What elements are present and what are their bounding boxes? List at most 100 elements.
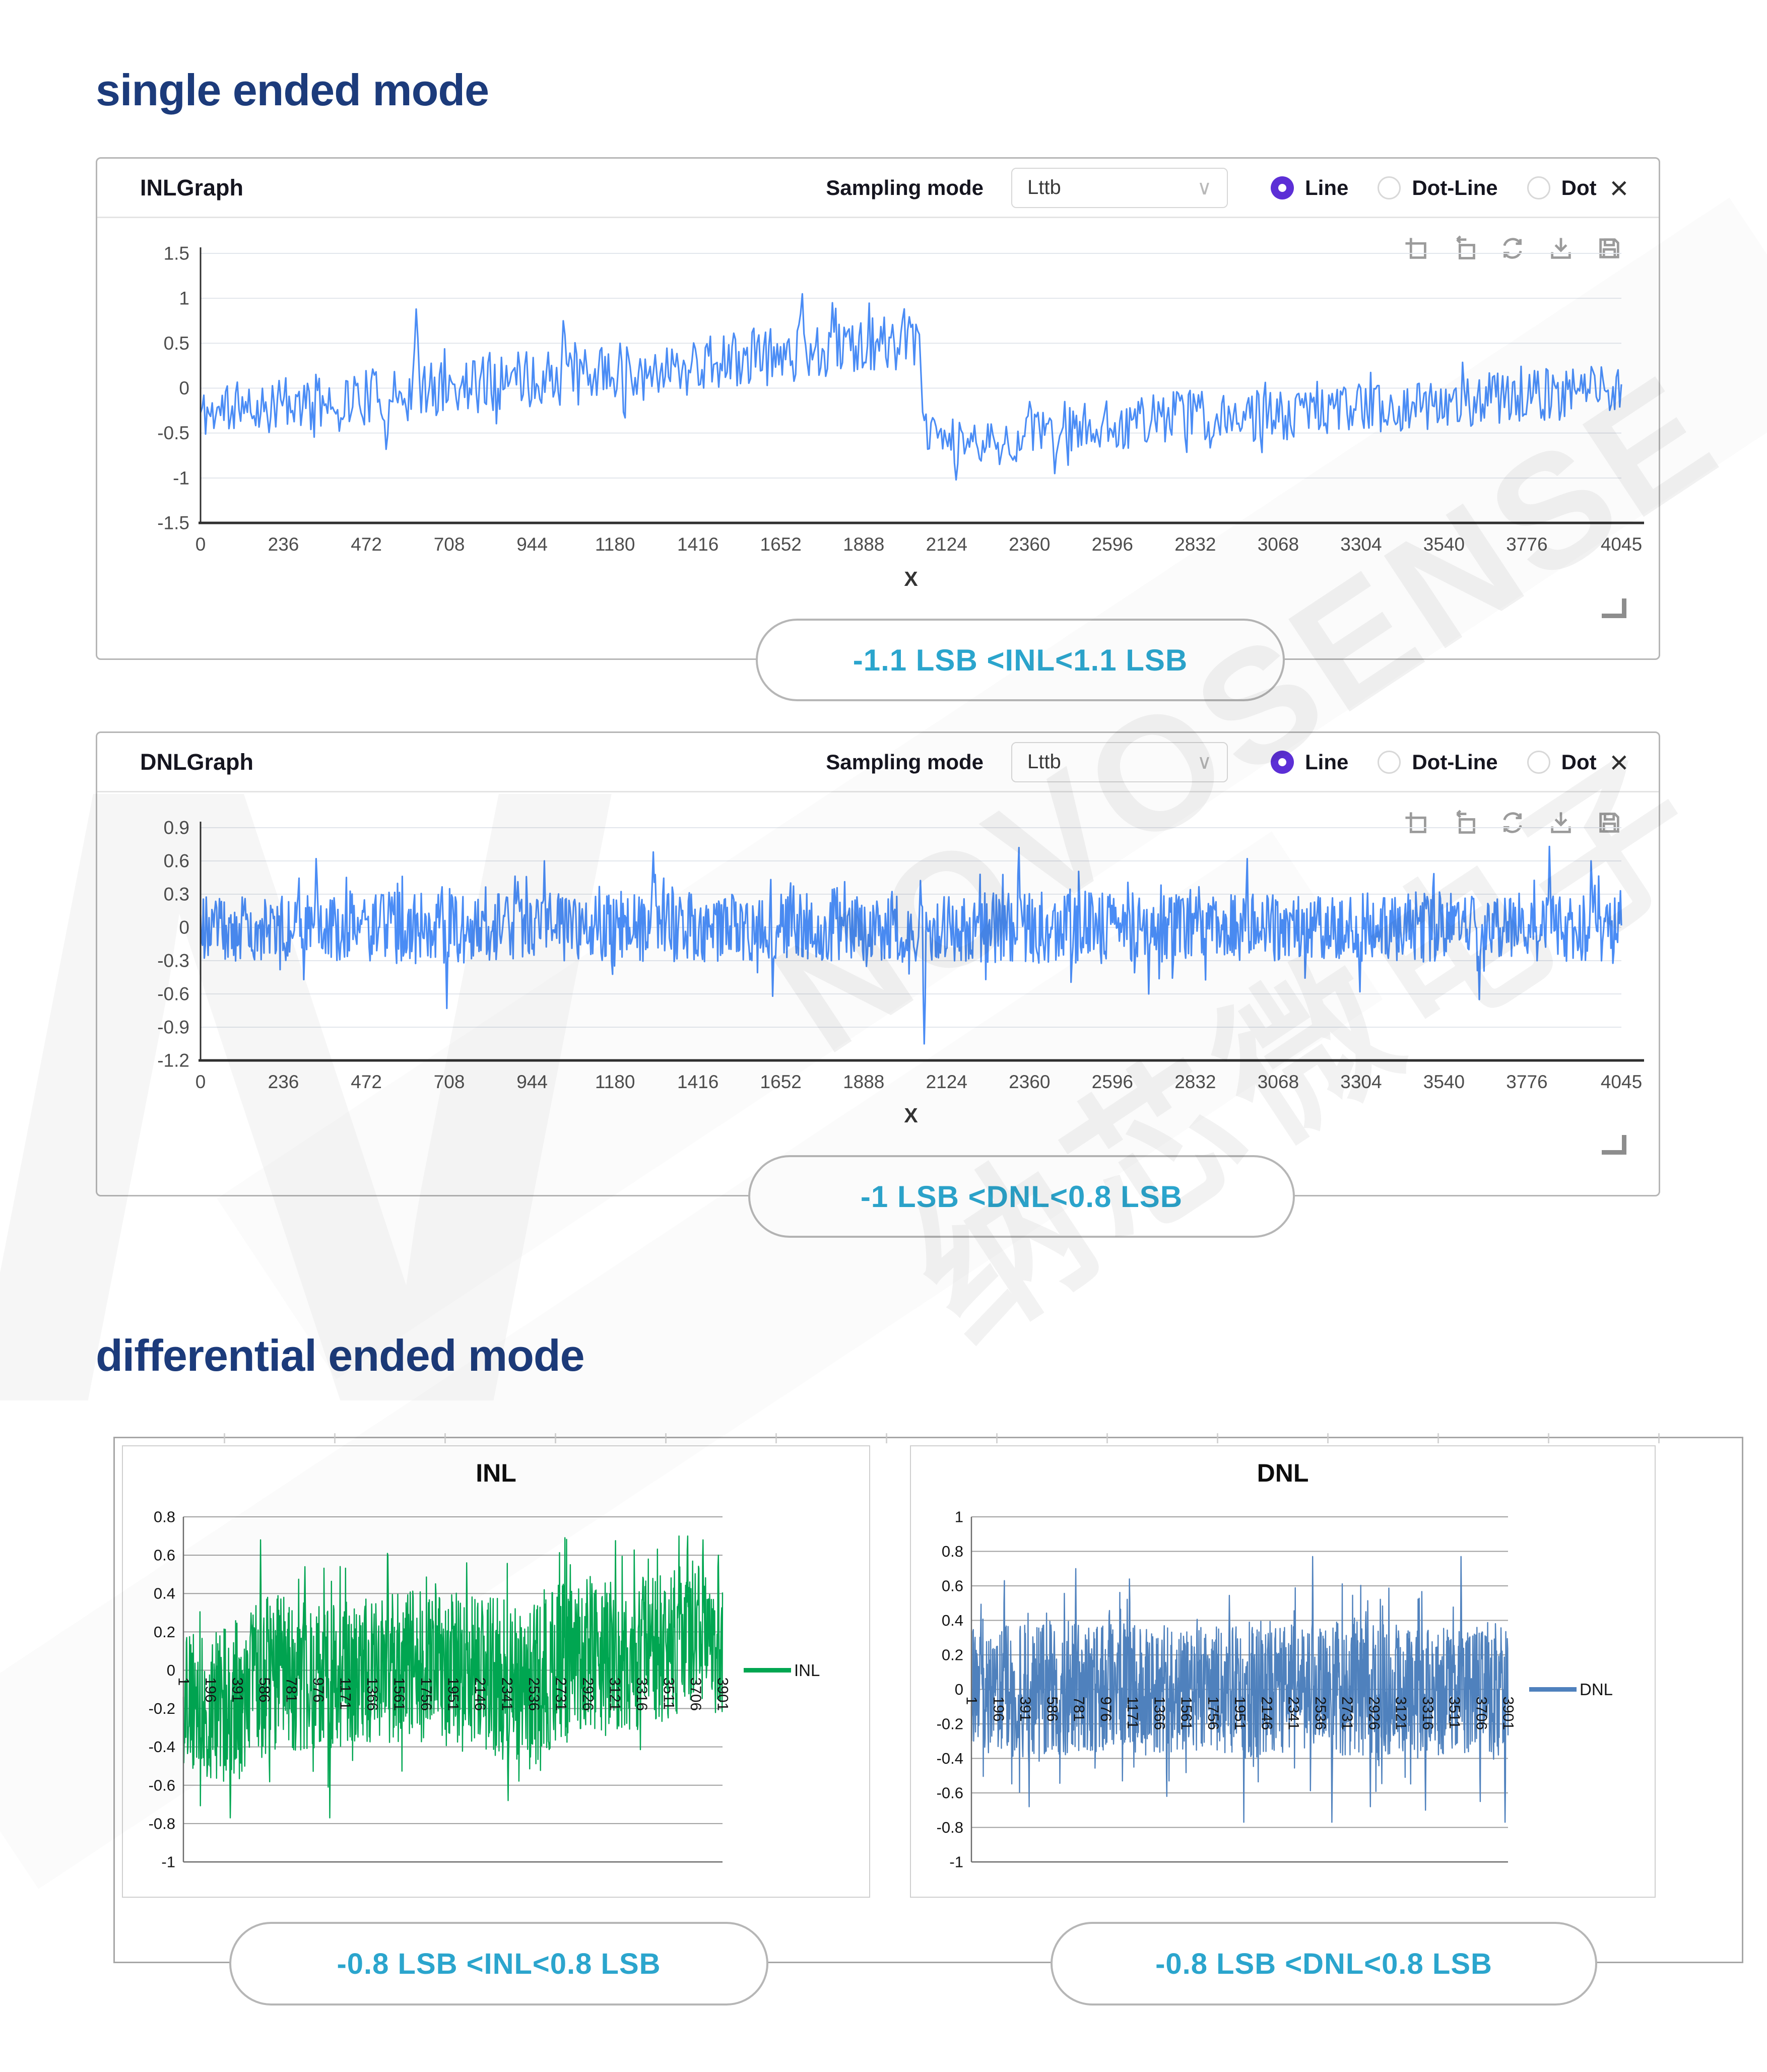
svg-text:1652: 1652	[760, 534, 802, 555]
radio-line[interactable]: Line	[1271, 750, 1348, 774]
panel-dnlgraph: DNLGraph Sampling mode Lttb ∨ Line Dot-L…	[96, 731, 1660, 1196]
svg-text:3511: 3511	[661, 1677, 677, 1710]
radio-dot-line[interactable]: Dot-Line	[1378, 750, 1498, 774]
svg-text:-0.5: -0.5	[157, 423, 189, 443]
svg-text:3540: 3540	[1423, 1072, 1465, 1092]
svg-text:236: 236	[268, 1072, 299, 1092]
svg-text:-0.4: -0.4	[149, 1738, 175, 1756]
svg-text:976: 976	[1097, 1697, 1114, 1722]
svg-text:2926: 2926	[1365, 1697, 1382, 1730]
resize-handle-icon[interactable]	[1602, 1135, 1626, 1155]
svg-text:-0.4: -0.4	[937, 1750, 963, 1767]
svg-text:3540: 3540	[1423, 534, 1465, 555]
svg-text:2731: 2731	[553, 1677, 569, 1711]
radio-line-label: Line	[1305, 750, 1349, 774]
svg-text:X: X	[904, 567, 918, 590]
svg-text:2124: 2124	[926, 1072, 967, 1092]
svg-text:1888: 1888	[843, 534, 884, 555]
svg-text:472: 472	[351, 1072, 382, 1092]
svg-text:-1.2: -1.2	[157, 1050, 189, 1071]
radio-dot-circle-icon	[1527, 750, 1550, 774]
dnl-line-chart[interactable]: 0.9 0.6 0.3 0 -0.3 -0.6 -0.9 -1.2 0 236 472 708 944 1…	[97, 792, 1662, 1195]
svg-text:2731: 2731	[1339, 1697, 1355, 1730]
caption-pill-dnl-single: -1 LSB <DNL<0.8 LSB	[748, 1155, 1295, 1238]
svg-text:236: 236	[268, 534, 299, 555]
svg-text:781: 781	[283, 1677, 300, 1702]
sampling-mode-label: Sampling mode	[826, 175, 984, 199]
sampling-mode-dropdown[interactable]: Lttb ∨	[1011, 742, 1228, 782]
svg-text:781: 781	[1071, 1697, 1087, 1722]
svg-text:3068: 3068	[1258, 534, 1299, 555]
svg-text:0.8: 0.8	[942, 1543, 963, 1560]
radio-dot[interactable]: Dot	[1527, 750, 1597, 774]
svg-text:1: 1	[175, 1677, 192, 1686]
svg-text:708: 708	[434, 534, 465, 555]
svg-text:1416: 1416	[677, 534, 718, 555]
chevron-down-icon: ∨	[1197, 176, 1212, 199]
radio-dot-label: Dot	[1561, 750, 1597, 774]
inl-line-chart[interactable]: 1.5 1 0.5 0 -0.5 -1 -1.5 0 236 472 708 944 1180 1416 1…	[97, 218, 1662, 658]
svg-text:1: 1	[955, 1508, 963, 1526]
svg-text:0: 0	[955, 1681, 963, 1698]
svg-text:2596: 2596	[1092, 1072, 1133, 1092]
svg-text:2341: 2341	[499, 1677, 515, 1711]
radio-dot-label: Dot	[1561, 175, 1597, 199]
svg-text:391: 391	[1017, 1697, 1033, 1722]
chevron-down-icon: ∨	[1197, 751, 1212, 773]
svg-text:4045: 4045	[1601, 1072, 1642, 1092]
svg-text:X: X	[904, 1104, 918, 1127]
differential-charts-box: INL 0.8 0.6 0.4 0.2 0 -0.2 -0.4 -0.6 -0.8 -1 1 196 3…	[113, 1433, 1743, 1963]
svg-text:1951: 1951	[445, 1677, 462, 1711]
svg-text:0: 0	[195, 1072, 206, 1092]
radio-line-label: Line	[1305, 175, 1349, 199]
svg-text:1.5: 1.5	[164, 243, 189, 264]
close-icon[interactable]: ×	[1610, 172, 1628, 204]
panel-inlgraph-header: INLGraph Sampling mode Lttb ∨ Line Dot-L…	[97, 159, 1659, 218]
radio-dot-line[interactable]: Dot-Line	[1378, 176, 1498, 200]
svg-text:INL: INL	[794, 1661, 820, 1680]
svg-text:0: 0	[179, 917, 189, 938]
svg-text:3706: 3706	[687, 1677, 704, 1711]
inl-excel-chart: 0.8 0.6 0.4 0.2 0 -0.2 -0.4 -0.6 -0.8 -1 1 196 391 58…	[149, 1508, 820, 1871]
radio-dot-line-label: Dot-Line	[1412, 750, 1498, 774]
sampling-mode-dropdown[interactable]: Lttb ∨	[1011, 167, 1228, 208]
svg-text:-1: -1	[173, 467, 189, 488]
svg-text:3121: 3121	[607, 1677, 623, 1711]
page: single ended mode INLGraph Sampling mode…	[0, 0, 1767, 2072]
svg-text:0.4: 0.4	[942, 1612, 963, 1629]
svg-text:586: 586	[1043, 1697, 1060, 1722]
svg-text:3776: 3776	[1506, 534, 1547, 555]
svg-text:1: 1	[963, 1697, 980, 1705]
svg-text:0.2: 0.2	[942, 1646, 963, 1664]
svg-text:0: 0	[167, 1661, 175, 1679]
svg-text:-0.3: -0.3	[157, 951, 189, 971]
svg-text:1756: 1756	[1205, 1697, 1221, 1730]
svg-text:0.9: 0.9	[164, 818, 189, 838]
panel-title-dnlgraph: DNLGraph	[140, 749, 253, 775]
sampling-mode-value: Lttb	[1027, 176, 1061, 198]
radio-line[interactable]: Line	[1271, 176, 1348, 200]
svg-text:708: 708	[434, 1072, 465, 1092]
svg-text:944: 944	[516, 1072, 548, 1092]
panel-title-inlgraph: INLGraph	[140, 174, 244, 200]
svg-text:-1.5: -1.5	[157, 513, 189, 533]
svg-text:3316: 3316	[633, 1677, 650, 1711]
close-icon[interactable]: ×	[1610, 746, 1628, 778]
svg-text:1171: 1171	[337, 1677, 354, 1710]
svg-text:-0.2: -0.2	[937, 1715, 963, 1733]
caption-pill-inl-diff: -0.8 LSB <INL<0.8 LSB	[229, 1922, 768, 2006]
resize-handle-icon[interactable]	[1602, 598, 1626, 618]
sampling-mode-label: Sampling mode	[826, 750, 984, 774]
radio-dot[interactable]: Dot	[1527, 176, 1597, 200]
svg-text:944: 944	[516, 534, 548, 555]
svg-text:1180: 1180	[595, 1072, 635, 1092]
svg-text:0.2: 0.2	[154, 1623, 175, 1641]
sampling-mode-value: Lttb	[1027, 751, 1061, 773]
svg-text:1416: 1416	[677, 1072, 718, 1092]
svg-text:2832: 2832	[1174, 1072, 1216, 1092]
svg-text:1366: 1366	[1151, 1697, 1167, 1730]
svg-text:3316: 3316	[1419, 1697, 1436, 1730]
section-title-single-ended: single ended mode	[96, 65, 489, 115]
caption-pill-dnl-diff: -0.8 LSB <DNL<0.8 LSB	[1051, 1922, 1597, 2006]
svg-text:1: 1	[179, 288, 189, 309]
